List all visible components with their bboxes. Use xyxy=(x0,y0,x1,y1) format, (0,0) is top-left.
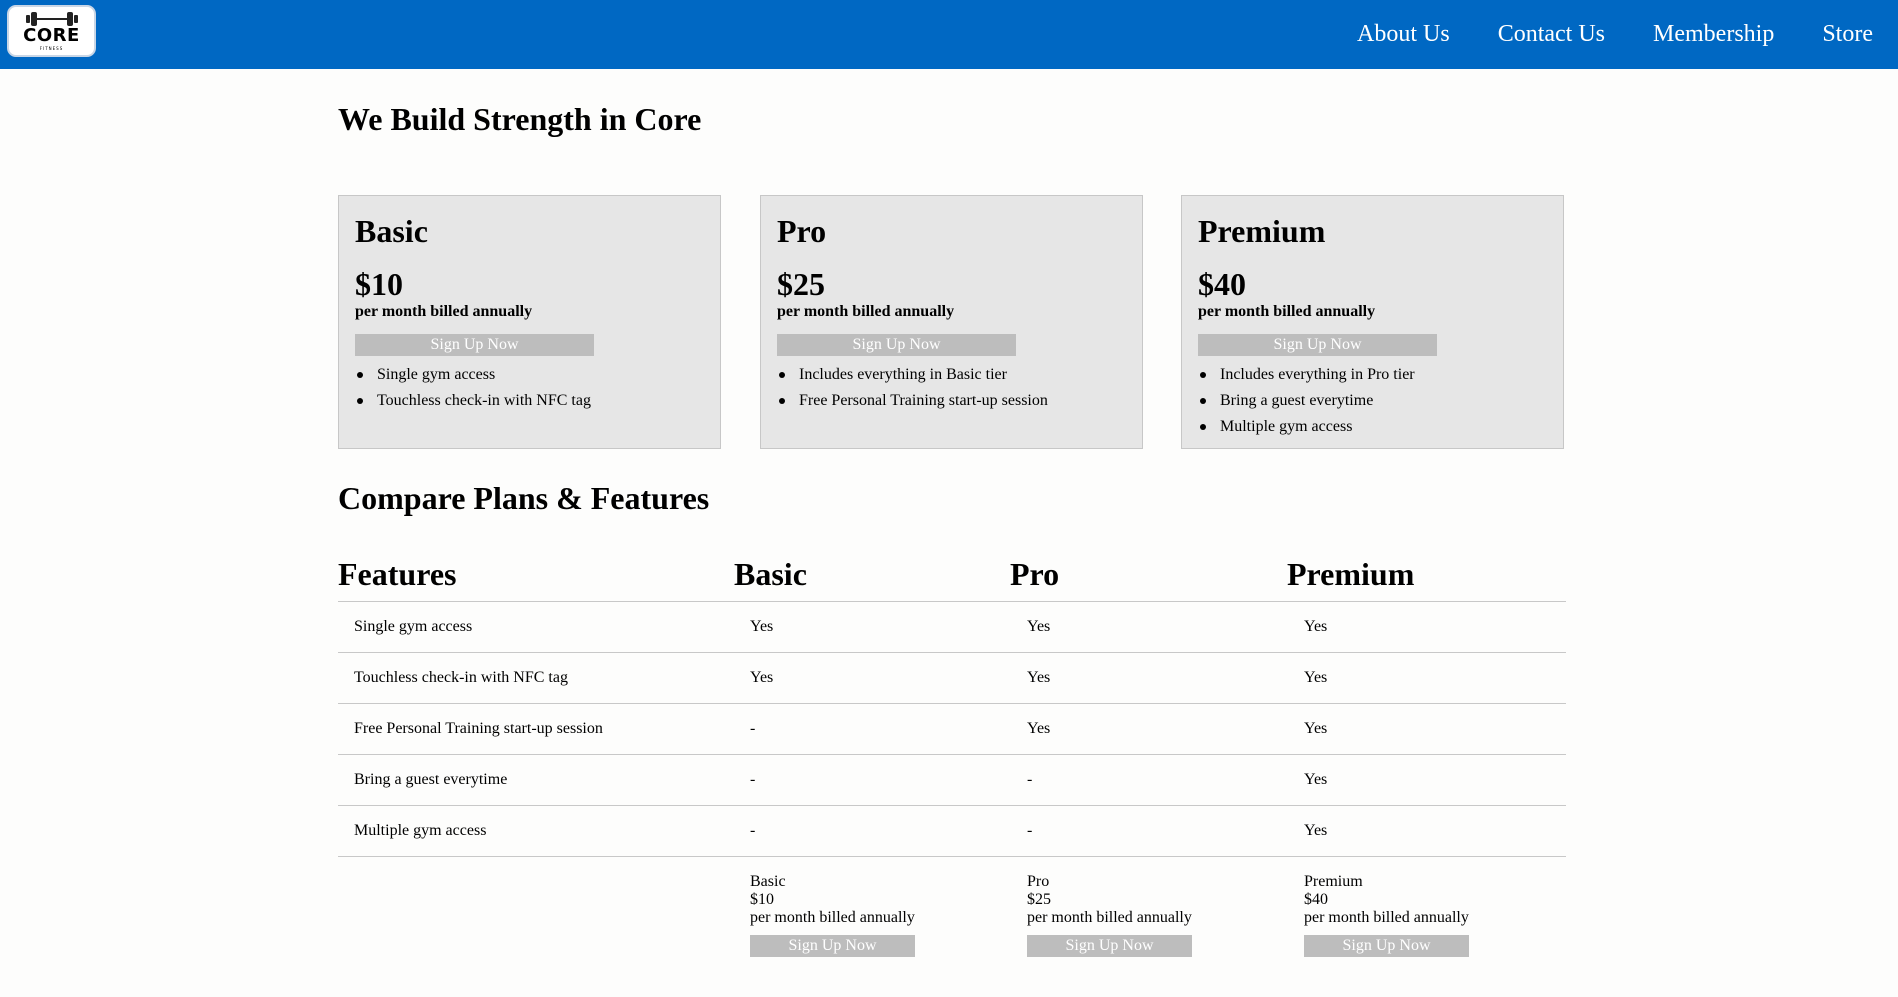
plan-feature: Bring a guest everytime xyxy=(1198,388,1415,414)
table-sign-up-button-pro[interactable]: Sign Up Now xyxy=(1027,935,1192,957)
table-header-features: Features xyxy=(338,556,457,592)
navbar: CORE FITNESS About Us Contact Us Members… xyxy=(0,0,1898,69)
plan-name: Premium xyxy=(1198,213,1326,249)
table-cell-basic: Yes xyxy=(750,618,774,635)
plan-card-basic: Basic $10 per month billed annually Sign… xyxy=(338,195,721,449)
plan-feature-list: Single gym access Touchless check-in wit… xyxy=(355,362,591,414)
table-footer-basic: Basic $10 per month billed annually Sign… xyxy=(750,873,915,957)
table-cell-feature: Bring a guest everytime xyxy=(354,771,508,788)
table-footer-pro: Pro $25 per month billed annually Sign U… xyxy=(1027,873,1192,957)
table-header-premium: Premium xyxy=(1287,556,1415,592)
nav-link-membership[interactable]: Membership xyxy=(1653,21,1774,48)
table-cell-feature: Single gym access xyxy=(354,618,473,635)
plan-card-pro: Pro $25 per month billed annually Sign U… xyxy=(760,195,1143,449)
plan-feature: Includes everything in Basic tier xyxy=(777,362,1048,388)
footer-plan-name: Basic xyxy=(750,873,786,890)
plan-name: Pro xyxy=(777,213,827,249)
plan-feature: Multiple gym access xyxy=(1198,414,1415,440)
table-cell-premium: Yes xyxy=(1304,618,1328,635)
sign-up-button-premium[interactable]: Sign Up Now xyxy=(1198,334,1437,356)
footer-plan-price: $25 xyxy=(1027,891,1051,908)
table-header-pro: Pro xyxy=(1010,556,1060,592)
table-cell-premium: Yes xyxy=(1304,720,1328,737)
table-cell-feature: Touchless check-in with NFC tag xyxy=(354,669,568,686)
plan-price: $25 xyxy=(777,266,825,302)
sign-up-button-basic[interactable]: Sign Up Now xyxy=(355,334,594,356)
table-header-row: Features Basic Pro Premium xyxy=(338,553,1566,602)
table-cell-feature: Multiple gym access xyxy=(354,822,487,839)
table-footer-row: Basic $10 per month billed annually Sign… xyxy=(338,857,1566,977)
table-row: Multiple gym access - - Yes xyxy=(338,806,1566,857)
plan-feature-list: Includes everything in Pro tier Bring a … xyxy=(1198,362,1415,440)
plan-billing: per month billed annually xyxy=(355,303,533,320)
table-cell-basic: - xyxy=(750,720,756,737)
plan-billing: per month billed annually xyxy=(1198,303,1376,320)
plan-feature-list: Includes everything in Basic tier Free P… xyxy=(777,362,1048,414)
table-sign-up-button-basic[interactable]: Sign Up Now xyxy=(750,935,915,957)
table-row: Bring a guest everytime - - Yes xyxy=(338,755,1566,806)
plan-price: $40 xyxy=(1198,266,1246,302)
table-cell-basic: Yes xyxy=(750,669,774,686)
table-footer-premium: Premium $40 per month billed annually Si… xyxy=(1304,873,1469,957)
table-cell-premium: Yes xyxy=(1304,771,1328,788)
table-cell-basic: - xyxy=(750,771,756,788)
footer-plan-billing: per month billed annually xyxy=(1027,909,1192,926)
table-cell-feature: Free Personal Training start-up session xyxy=(354,720,603,737)
logo-tagline-text: FITNESS xyxy=(39,46,64,51)
footer-plan-billing: per month billed annually xyxy=(1304,909,1469,926)
nav-links: About Us Contact Us Membership Store xyxy=(1309,0,1873,69)
plan-billing: per month billed annually xyxy=(777,303,955,320)
footer-plan-name: Premium xyxy=(1304,873,1363,890)
plan-feature: Touchless check-in with NFC tag xyxy=(355,388,591,414)
comparison-table: Features Basic Pro Premium Single gym ac… xyxy=(338,553,1566,977)
plan-price: $10 xyxy=(355,266,403,302)
table-cell-pro: - xyxy=(1027,822,1033,839)
table-cell-pro: Yes xyxy=(1027,618,1051,635)
table-row: Free Personal Training start-up session … xyxy=(338,704,1566,755)
table-sign-up-button-premium[interactable]: Sign Up Now xyxy=(1304,935,1469,957)
table-cell-pro: Yes xyxy=(1027,720,1051,737)
page-title: We Build Strength in Core xyxy=(338,101,702,137)
table-cell-premium: Yes xyxy=(1304,669,1328,686)
table-cell-pro: - xyxy=(1027,771,1033,788)
plan-feature: Free Personal Training start-up session xyxy=(777,388,1048,414)
footer-plan-billing: per month billed annually xyxy=(750,909,915,926)
nav-link-about-us[interactable]: About Us xyxy=(1357,21,1450,48)
core-fitness-logo[interactable]: CORE FITNESS xyxy=(7,5,96,57)
plan-card-premium: Premium $40 per month billed annually Si… xyxy=(1181,195,1564,449)
table-header-basic: Basic xyxy=(734,556,807,592)
footer-plan-price: $10 xyxy=(750,891,774,908)
sign-up-button-pro[interactable]: Sign Up Now xyxy=(777,334,1016,356)
logo-brand-text: CORE xyxy=(23,25,80,46)
footer-plan-name: Pro xyxy=(1027,873,1050,890)
table-cell-pro: Yes xyxy=(1027,669,1051,686)
table-cell-premium: Yes xyxy=(1304,822,1328,839)
nav-link-store[interactable]: Store xyxy=(1822,21,1873,48)
plan-name: Basic xyxy=(355,213,428,249)
nav-link-contact-us[interactable]: Contact Us xyxy=(1498,21,1605,48)
table-cell-basic: - xyxy=(750,822,756,839)
table-row: Single gym access Yes Yes Yes xyxy=(338,602,1566,653)
compare-section-title: Compare Plans & Features xyxy=(338,480,710,516)
table-row: Touchless check-in with NFC tag Yes Yes … xyxy=(338,653,1566,704)
plan-feature: Includes everything in Pro tier xyxy=(1198,362,1415,388)
footer-plan-price: $40 xyxy=(1304,891,1328,908)
plan-feature: Single gym access xyxy=(355,362,591,388)
